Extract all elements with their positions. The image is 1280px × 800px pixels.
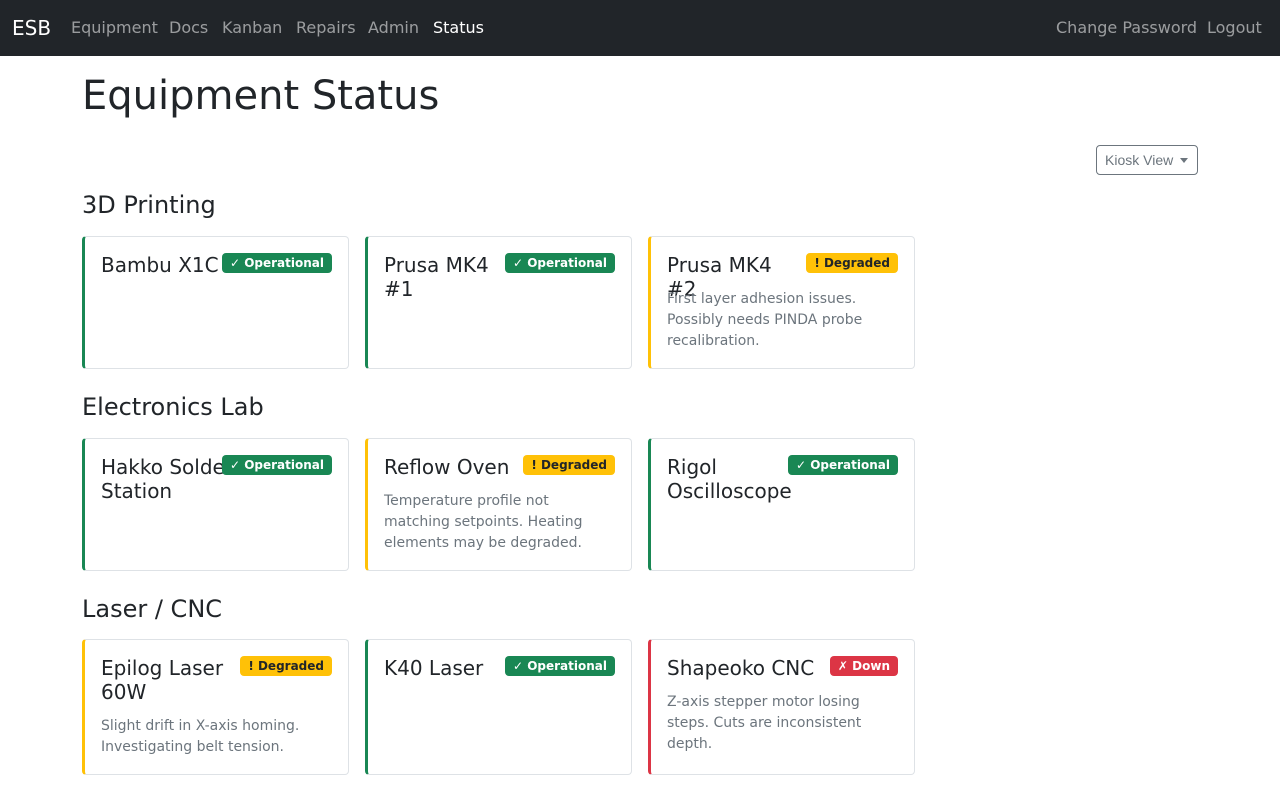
nav-link-repairs[interactable]: Repairs — [296, 17, 356, 39]
top-navbar: ESB Equipment Docs Kanban Repairs Admin … — [0, 0, 1280, 56]
nav-link-admin[interactable]: Admin — [368, 17, 419, 39]
status-badge: ! Degraded — [806, 253, 898, 273]
equipment-name: Rigol Oscilloscope — [667, 455, 792, 503]
status-badge: ! Degraded — [523, 455, 615, 475]
equipment-name: Hakko Solder Station — [101, 455, 234, 503]
equipment-card[interactable]: Prusa MK4 #2 ! Degraded First layer adhe… — [648, 236, 915, 369]
status-badge: ! Degraded — [240, 656, 332, 676]
status-badge: ✓ Operational — [504, 656, 615, 676]
equipment-name: Reflow Oven — [384, 455, 510, 479]
equipment-card[interactable]: Epilog Laser 60W ! Degraded Slight drift… — [82, 639, 349, 775]
equipment-card[interactable]: Reflow Oven ! Degraded Temperature profi… — [365, 438, 632, 571]
equipment-card[interactable]: Prusa MK4 #1 ✓ Operational — [365, 236, 632, 369]
equipment-name: K40 Laser — [384, 656, 484, 680]
brand-link[interactable]: ESB — [12, 15, 51, 41]
equipment-card[interactable]: Hakko Solder Station ✓ Operational — [82, 438, 349, 571]
nav-link-status[interactable]: Status — [433, 17, 484, 39]
status-badge: ✗ Down — [829, 656, 898, 676]
status-badge: ✓ Operational — [504, 253, 615, 273]
nav-link-logout[interactable]: Logout — [1207, 17, 1262, 39]
equipment-name: Bambu X1C — [101, 253, 219, 277]
nav-link-docs[interactable]: Docs — [169, 17, 208, 39]
kiosk-view-label: Kiosk View — [1105, 152, 1174, 168]
nav-link-kanban[interactable]: Kanban — [222, 17, 282, 39]
equipment-name: Epilog Laser 60W — [101, 656, 224, 704]
equipment-card[interactable]: Bambu X1C ✓ Operational — [82, 236, 349, 369]
status-note: Temperature profile not matching setpoin… — [384, 493, 583, 551]
equipment-card[interactable]: Rigol Oscilloscope ✓ Operational — [648, 438, 915, 571]
section-title-electronics-lab: Electronics Lab — [82, 393, 264, 421]
status-note: Slight drift in X-axis homing. Investiga… — [101, 718, 300, 755]
page-title: Equipment Status — [82, 73, 440, 119]
status-badge: ✓ Operational — [787, 455, 898, 475]
status-badge: ✓ Operational — [221, 253, 332, 273]
equipment-name: Prusa MK4 #1 — [384, 253, 489, 301]
section-title-laser-cnc: Laser / CNC — [82, 595, 223, 623]
equipment-card[interactable]: Shapeoko CNC ✗ Down Z-axis stepper motor… — [648, 639, 915, 775]
equipment-card[interactable]: K40 Laser ✓ Operational — [365, 639, 632, 775]
nav-link-equipment[interactable]: Equipment — [71, 17, 158, 39]
section-title-3d-printing: 3D Printing — [82, 191, 216, 219]
status-note: First layer adhesion issues. Possibly ne… — [667, 291, 863, 349]
chevron-down-icon — [1180, 157, 1189, 163]
status-note: Z-axis stepper motor losing steps. Cuts … — [667, 694, 862, 752]
kiosk-view-dropdown[interactable]: Kiosk View — [1096, 145, 1198, 175]
nav-link-change-password[interactable]: Change Password — [1056, 17, 1197, 39]
status-badge: ✓ Operational — [221, 455, 332, 475]
